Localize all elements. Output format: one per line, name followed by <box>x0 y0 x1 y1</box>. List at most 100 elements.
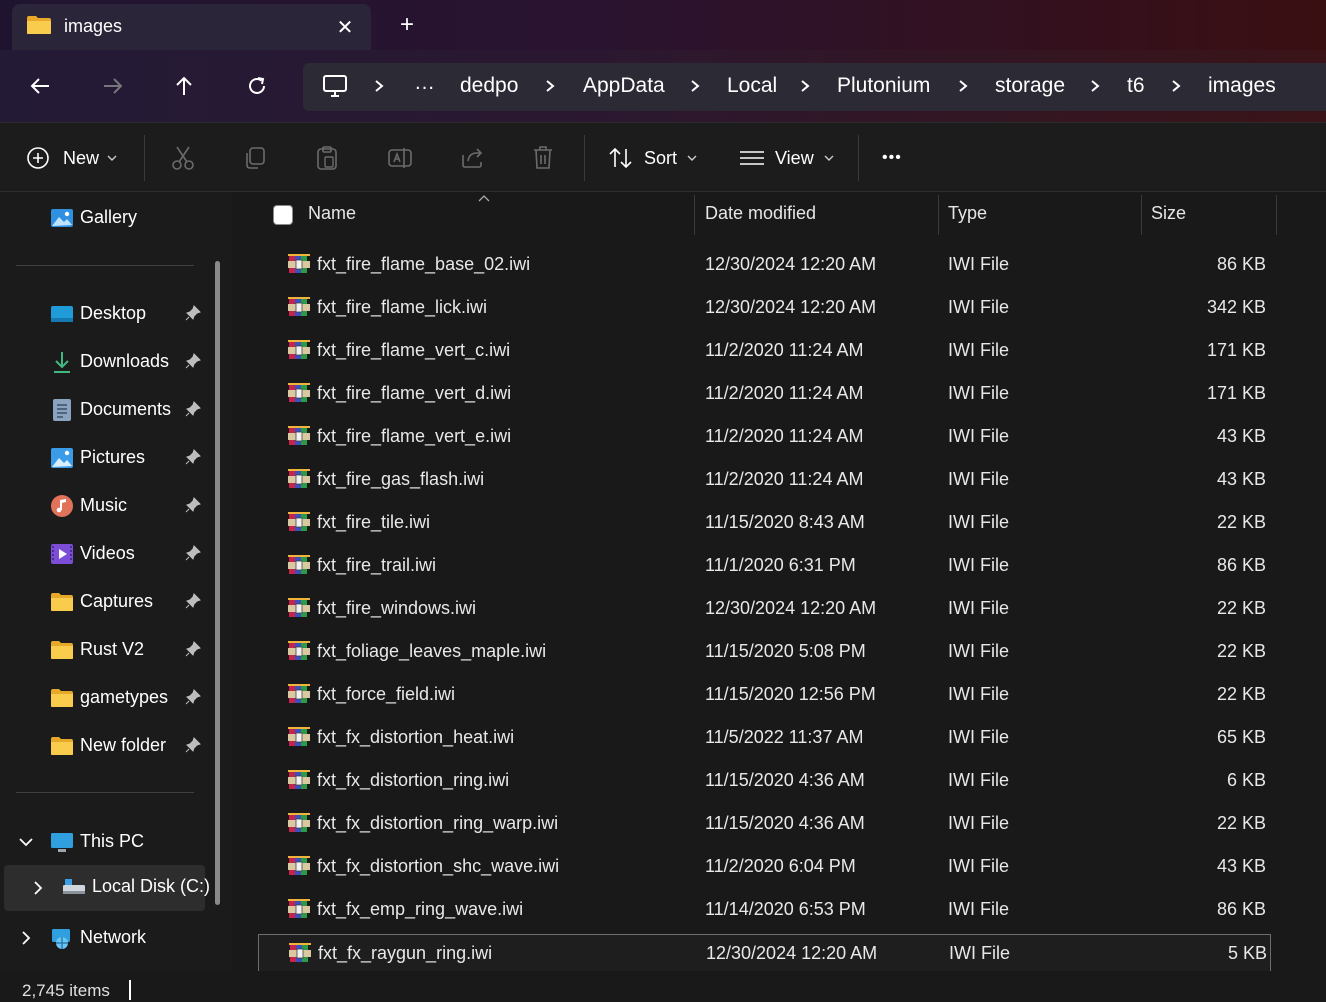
column-type[interactable]: Type <box>948 203 987 224</box>
column-divider[interactable] <box>938 195 939 235</box>
file-date: 11/2/2020 6:04 PM <box>705 856 856 876</box>
table-row[interactable]: fxt_fire_flame_base_02.iwi 12/30/2024 12:… <box>258 246 1271 284</box>
chevron-right-icon[interactable] <box>688 75 702 97</box>
pin-icon[interactable] <box>184 544 202 562</box>
pin-icon[interactable] <box>184 304 202 322</box>
copy-button[interactable] <box>243 143 267 173</box>
sidebar-scrollbar[interactable] <box>215 261 220 905</box>
sidebar-item-local-disk[interactable]: Local Disk (C:) <box>4 865 210 911</box>
monitor-icon[interactable] <box>322 74 348 98</box>
chevron-right-icon[interactable] <box>1088 75 1102 97</box>
tab-images[interactable]: images ✕ <box>12 4 371 50</box>
sidebar-item-videos[interactable]: Videos <box>0 532 215 576</box>
chevron-right-icon[interactable] <box>18 930 34 946</box>
breadcrumb-overflow[interactable]: … <box>414 71 435 95</box>
table-row[interactable]: fxt_fx_raygun_ring.iwi 12/30/2024 12:20 A… <box>258 934 1271 972</box>
column-name[interactable]: Name <box>308 203 356 224</box>
pin-icon[interactable] <box>184 640 202 658</box>
table-row[interactable]: fxt_foliage_leaves_maple.iwi 11/15/2020 5… <box>258 633 1271 671</box>
sidebar-item-desktop[interactable]: Desktop <box>0 292 215 336</box>
pin-icon[interactable] <box>184 592 202 610</box>
back-button[interactable] <box>22 68 58 104</box>
sidebar-item-this-pc[interactable]: This PC <box>0 820 215 864</box>
pin-icon[interactable] <box>184 352 202 370</box>
pin-icon[interactable] <box>184 736 202 754</box>
rename-button[interactable] <box>387 143 413 173</box>
breadcrumb-dedpo[interactable]: dedpo <box>460 74 518 98</box>
archive-file-icon <box>288 555 310 574</box>
view-button[interactable]: View <box>739 143 834 173</box>
file-date: 12/30/2024 12:20 AM <box>705 254 877 274</box>
table-row[interactable]: fxt_fire_trail.iwi 11/1/2020 6:31 PM IWI F… <box>258 547 1271 585</box>
file-name: fxt_fire_gas_flash.iwi <box>317 469 485 489</box>
paste-button[interactable] <box>315 143 339 173</box>
table-row[interactable]: fxt_fire_tile.iwi 11/15/2020 8:43 AM IWI F… <box>258 504 1271 542</box>
file-date: 11/2/2020 11:24 AM <box>705 426 864 446</box>
file-type: IWI File <box>948 254 1009 274</box>
breadcrumb-images[interactable]: images <box>1208 74 1276 98</box>
table-row[interactable]: fxt_force_field.iwi 11/15/2020 12:56 PM IW… <box>258 676 1271 714</box>
close-tab-button[interactable]: ✕ <box>330 12 360 42</box>
pin-icon[interactable] <box>184 496 202 514</box>
refresh-button[interactable] <box>239 68 275 104</box>
column-divider[interactable] <box>694 195 695 235</box>
breadcrumb-appdata[interactable]: AppData <box>583 74 665 98</box>
table-row[interactable]: fxt_fire_gas_flash.iwi 11/2/2020 11:24 AM… <box>258 461 1271 499</box>
sidebar-item-gallery[interactable]: Gallery <box>0 196 215 240</box>
table-row[interactable]: fxt_fx_distortion_shc_wave.iwi 11/2/2020 … <box>258 848 1271 886</box>
breadcrumb-t6[interactable]: t6 <box>1127 74 1145 98</box>
table-row[interactable]: fxt_fire_flame_vert_d.iwi 11/2/2020 11:24… <box>258 375 1271 413</box>
sidebar-item-new-folder[interactable]: New folder <box>0 724 215 768</box>
column-divider[interactable] <box>1141 195 1142 235</box>
up-button[interactable] <box>166 68 202 104</box>
select-all-checkbox[interactable] <box>273 205 293 225</box>
column-divider[interactable] <box>1276 195 1277 235</box>
pin-icon[interactable] <box>184 688 202 706</box>
sidebar-item-downloads[interactable]: Downloads <box>0 340 215 384</box>
sidebar-item-rust-v2[interactable]: Rust V2 <box>0 628 215 672</box>
file-date: 11/15/2020 4:36 AM <box>705 770 865 790</box>
breadcrumb-plutonium[interactable]: Plutonium <box>837 74 930 98</box>
sidebar-item-documents[interactable]: Documents <box>0 388 215 432</box>
column-size[interactable]: Size <box>1151 203 1186 224</box>
table-row[interactable]: fxt_fx_emp_ring_wave.iwi 11/14/2020 6:53 … <box>258 891 1271 929</box>
chevron-right-icon[interactable] <box>956 75 970 97</box>
table-row[interactable]: fxt_fx_distortion_heat.iwi 11/5/2022 11:3… <box>258 719 1271 757</box>
chevron-down-icon[interactable] <box>18 834 34 850</box>
table-row[interactable]: fxt_fire_flame_vert_e.iwi 11/2/2020 11:24… <box>258 418 1271 456</box>
sidebar-item-gametypes[interactable]: gametypes <box>0 676 215 720</box>
chevron-right-icon[interactable] <box>1169 75 1183 97</box>
sidebar-item-pictures[interactable]: Pictures <box>0 436 215 480</box>
table-row[interactable]: fxt_fire_windows.iwi 12/30/2024 12:20 AM I… <box>258 590 1271 628</box>
address-bar[interactable]: … dedpo AppData Local Plutonium storage … <box>303 63 1326 111</box>
file-type: IWI File <box>949 943 1010 963</box>
file-type: IWI File <box>948 469 1009 489</box>
new-tab-button[interactable]: + <box>392 10 422 40</box>
sidebar-item-label: Gallery <box>80 207 138 227</box>
column-date-modified[interactable]: Date modified <box>705 203 816 224</box>
new-button[interactable]: New <box>26 143 117 173</box>
sidebar-item-captures[interactable]: Captures <box>0 580 215 624</box>
table-row[interactable]: fxt_fx_distortion_ring.iwi 11/15/2020 4:3… <box>258 762 1271 800</box>
sidebar-item-network[interactable]: Network <box>0 916 215 960</box>
chevron-right-icon[interactable] <box>798 75 812 97</box>
sort-button[interactable]: Sort <box>608 143 697 173</box>
chevron-right-icon[interactable] <box>543 75 557 97</box>
breadcrumb-storage[interactable]: storage <box>995 74 1065 98</box>
cut-button[interactable] <box>171 143 195 173</box>
chevron-right-icon[interactable] <box>372 75 386 97</box>
file-type: IWI File <box>948 899 1009 919</box>
delete-button[interactable] <box>531 143 555 173</box>
pin-icon[interactable] <box>184 448 202 466</box>
chevron-right-icon[interactable] <box>30 880 46 896</box>
table-row[interactable]: fxt_fire_flame_lick.iwi 12/30/2024 12:20 … <box>258 289 1271 327</box>
file-type: IWI File <box>948 598 1009 618</box>
sidebar-item-music[interactable]: Music <box>0 484 215 528</box>
more-options-button[interactable]: ••• <box>882 143 902 173</box>
table-row[interactable]: fxt_fx_distortion_ring_warp.iwi 11/15/202… <box>258 805 1271 843</box>
forward-button[interactable] <box>95 68 131 104</box>
breadcrumb-local[interactable]: Local <box>727 74 777 98</box>
share-button[interactable] <box>459 143 485 173</box>
table-row[interactable]: fxt_fire_flame_vert_c.iwi 11/2/2020 11:24… <box>258 332 1271 370</box>
pin-icon[interactable] <box>184 400 202 418</box>
